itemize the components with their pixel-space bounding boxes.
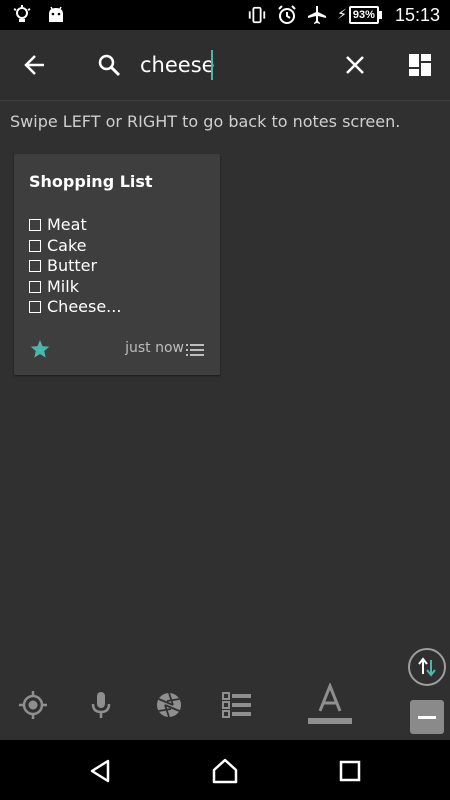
battery-level: 93% xyxy=(348,6,382,24)
checkbox-icon xyxy=(29,219,41,232)
navigation-bar xyxy=(0,740,450,800)
microphone-icon xyxy=(91,692,111,718)
nav-recents-button[interactable] xyxy=(333,754,367,788)
recents-icon xyxy=(339,760,361,782)
list-item: Cheese... xyxy=(29,297,121,318)
bottom-toolbar xyxy=(0,670,400,740)
layout-toggle-button[interactable] xyxy=(402,47,438,83)
text-format-icon xyxy=(308,683,352,724)
search-icon xyxy=(98,54,121,77)
location-target-icon xyxy=(19,691,47,719)
note-checklist: Meat Cake Butter Milk Cheese... xyxy=(29,215,121,318)
list-item: Cake xyxy=(29,236,121,257)
status-bar: ⚡ 93% 15:13 xyxy=(0,0,450,30)
search-input[interactable] xyxy=(140,47,330,83)
text-cursor xyxy=(211,50,213,80)
android-icon xyxy=(46,5,66,25)
checkbox-icon xyxy=(29,301,41,314)
clear-search-button[interactable] xyxy=(337,47,373,83)
note-timestamp: just now xyxy=(125,340,184,356)
minus-button[interactable] xyxy=(410,700,444,734)
list-item: Milk xyxy=(29,277,121,298)
voice-button[interactable] xyxy=(81,685,121,725)
checkbox-icon xyxy=(29,239,41,252)
minus-icon xyxy=(418,715,436,719)
close-icon xyxy=(346,56,364,74)
status-time: 15:13 xyxy=(394,4,440,25)
search-icon-wrap xyxy=(91,47,127,83)
checkbox-icon xyxy=(29,260,41,273)
note-card[interactable]: Shopping List Meat Cake Butter Milk Chee… xyxy=(14,154,220,375)
home-icon xyxy=(212,758,238,784)
checkbox-icon xyxy=(29,280,41,293)
sort-icon xyxy=(418,657,436,677)
text-format-button[interactable] xyxy=(305,683,355,725)
checklist-button[interactable] xyxy=(217,685,257,725)
arrow-left-icon xyxy=(24,55,44,75)
lightbulb-icon xyxy=(12,5,32,25)
vibrate-icon xyxy=(247,5,267,25)
back-triangle-icon xyxy=(90,759,110,783)
search-toolbar xyxy=(0,30,450,101)
list-item: Meat xyxy=(29,215,121,236)
note-title: Shopping List xyxy=(29,172,153,191)
nav-back-button[interactable] xyxy=(83,754,117,788)
airplane-icon xyxy=(307,5,327,25)
grid-layout-icon xyxy=(409,54,431,76)
camera-button[interactable] xyxy=(149,685,189,725)
back-button[interactable] xyxy=(17,47,53,83)
sort-button[interactable] xyxy=(408,648,446,686)
star-icon xyxy=(30,340,50,358)
camera-aperture-icon xyxy=(157,692,181,718)
checklist-icon xyxy=(222,692,251,718)
list-icon xyxy=(186,344,204,356)
list-item: Butter xyxy=(29,256,121,277)
alarm-icon xyxy=(277,5,297,25)
charging-icon: ⚡ xyxy=(337,7,347,23)
battery-indicator: ⚡ 93% xyxy=(337,6,382,24)
nav-home-button[interactable] xyxy=(208,754,242,788)
location-button[interactable] xyxy=(13,685,53,725)
swipe-hint: Swipe LEFT or RIGHT to go back to notes … xyxy=(10,112,401,131)
